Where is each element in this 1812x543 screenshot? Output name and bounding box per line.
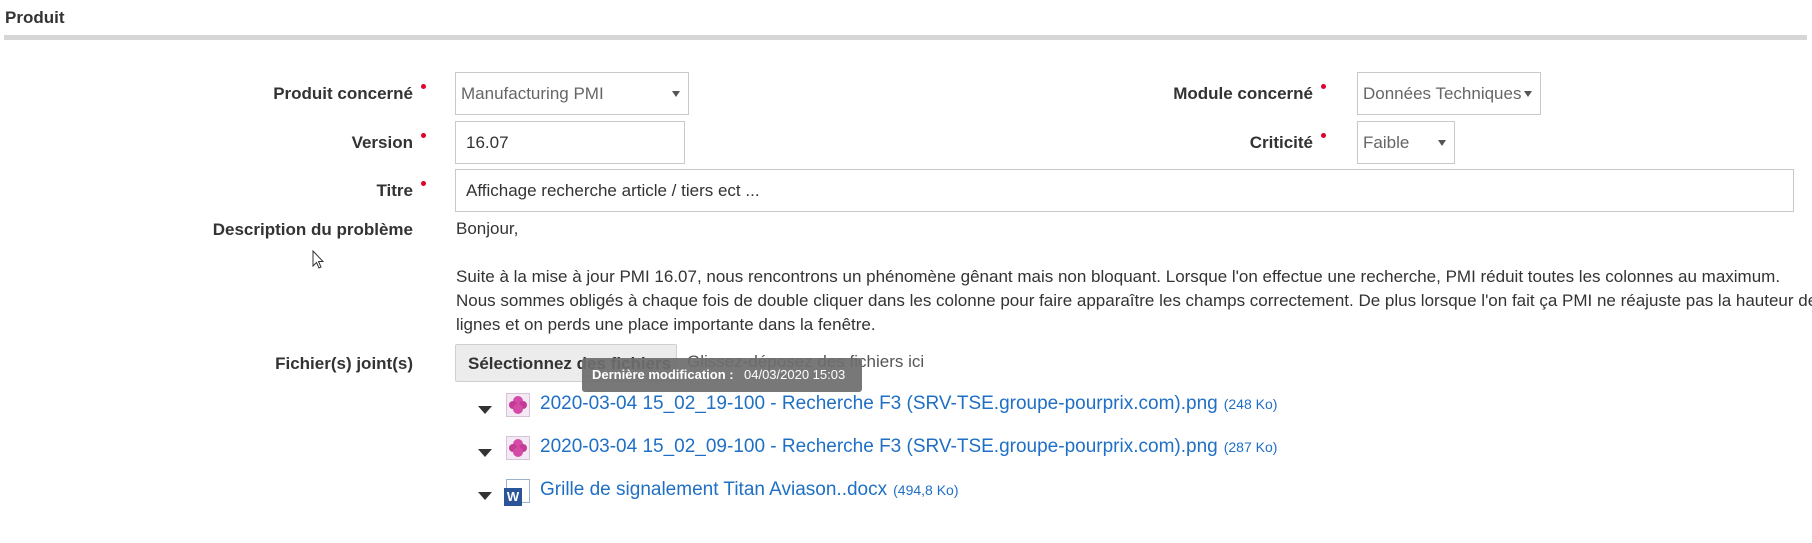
mouse-cursor-icon bbox=[312, 249, 325, 275]
produit-select-value: Manufacturing PMI bbox=[461, 83, 604, 103]
produit-label: Produit concerné bbox=[273, 84, 413, 103]
file-size: (248 Ko) bbox=[1223, 396, 1278, 412]
version-input[interactable]: 16.07 bbox=[455, 121, 685, 164]
titre-label: Titre bbox=[376, 181, 413, 200]
file-link[interactable]: 2020-03-04 15_02_19-100 - Recherche F3 (… bbox=[540, 393, 1277, 415]
chevron-down-icon bbox=[1438, 139, 1446, 146]
description-line: lignes et on perds une place importante … bbox=[456, 315, 876, 334]
required-indicator bbox=[421, 181, 426, 186]
expand-arrow-icon[interactable] bbox=[478, 406, 492, 414]
description-line: Nous sommes obligés à chaque fois de dou… bbox=[456, 291, 1812, 310]
criticite-label: Criticité bbox=[1249, 133, 1313, 152]
expand-arrow-icon[interactable] bbox=[478, 449, 492, 457]
file-link[interactable]: 2020-03-04 15_02_09-100 - Recherche F3 (… bbox=[540, 436, 1277, 458]
file-link[interactable]: Grille de signalement Titan Aviason..doc… bbox=[540, 479, 959, 501]
image-file-icon bbox=[506, 393, 530, 417]
version-input-value: 16.07 bbox=[466, 132, 509, 152]
module-select[interactable]: Données Techniques bbox=[1357, 72, 1541, 115]
tooltip-label: Dernière modification : bbox=[592, 367, 734, 382]
image-file-icon bbox=[506, 436, 530, 460]
chevron-down-icon bbox=[1524, 90, 1532, 97]
description-label: Description du problème bbox=[212, 220, 413, 239]
module-select-value: Données Techniques bbox=[1363, 83, 1522, 103]
criticite-select-value: Faible bbox=[1363, 132, 1410, 152]
required-indicator bbox=[1321, 133, 1326, 138]
titre-input-value: Affichage recherche article / tiers ect … bbox=[466, 180, 760, 200]
section-title: Produit bbox=[5, 8, 65, 27]
section-divider bbox=[4, 35, 1807, 40]
required-indicator bbox=[1321, 84, 1326, 89]
titre-input[interactable]: Affichage recherche article / tiers ect … bbox=[455, 169, 1794, 212]
description-line: Suite à la mise à jour PMI 16.07, nous r… bbox=[456, 267, 1781, 286]
chevron-down-icon bbox=[672, 90, 680, 97]
produit-select[interactable]: Manufacturing PMI bbox=[455, 72, 689, 115]
required-indicator bbox=[421, 84, 426, 89]
required-indicator bbox=[421, 133, 426, 138]
word-file-icon: W bbox=[504, 479, 530, 506]
criticite-select[interactable]: Faible bbox=[1357, 121, 1455, 164]
tooltip: Dernière modification : 04/03/2020 15:03 bbox=[582, 358, 862, 392]
description-text[interactable]: Bonjour, Suite à la mise à jour PMI 16.0… bbox=[456, 217, 1812, 337]
module-label: Module concerné bbox=[1173, 84, 1313, 103]
tooltip-value: 04/03/2020 15:03 bbox=[744, 367, 846, 382]
file-size: (287 Ko) bbox=[1223, 439, 1278, 455]
expand-arrow-icon[interactable] bbox=[478, 492, 492, 500]
file-size: (494,8 Ko) bbox=[893, 482, 959, 498]
description-line: Bonjour, bbox=[456, 219, 519, 238]
files-label: Fichier(s) joint(s) bbox=[275, 354, 413, 373]
version-label: Version bbox=[351, 133, 413, 152]
